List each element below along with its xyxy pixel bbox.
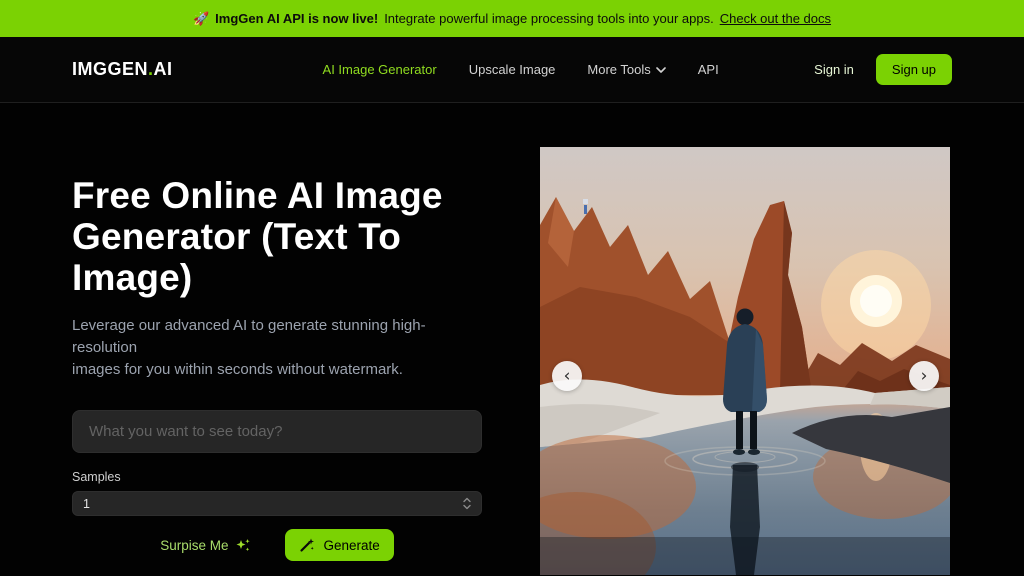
carousel-next-button[interactable]: › [909, 361, 939, 391]
generate-button[interactable]: Generate [285, 529, 393, 561]
logo[interactable]: IMGGEN.AI [72, 59, 173, 80]
magic-wand-icon [299, 537, 315, 553]
samples-value: 1 [83, 497, 90, 511]
nav-auth: Sign in Sign up [814, 54, 952, 85]
rocket-icon: 🚀 [193, 11, 209, 27]
generated-image [540, 147, 950, 575]
samples-select[interactable]: 1 [72, 491, 482, 516]
page-title: Free Online AI ImageGenerator (Text ToIm… [72, 175, 484, 298]
hero-subtitle: Leverage our advanced AI to generate stu… [72, 315, 484, 381]
sign-up-button[interactable]: Sign up [876, 54, 952, 85]
nav-item-upscale-image[interactable]: Upscale Image [469, 62, 556, 77]
surprise-me-button[interactable]: Surpise Me [160, 538, 251, 553]
hero-left-column: Free Online AI ImageGenerator (Text ToIm… [72, 175, 484, 561]
chevron-down-icon [656, 67, 666, 73]
hero-section: Free Online AI ImageGenerator (Text ToIm… [0, 103, 1024, 575]
up-down-stepper-icon [463, 497, 471, 510]
nav-item-api[interactable]: API [698, 62, 719, 77]
sign-in-link[interactable]: Sign in [814, 62, 854, 77]
navbar: IMGGEN.AI AI Image Generator Upscale Ima… [0, 37, 1024, 103]
banner-headline: ImgGen AI API is now live! [215, 11, 378, 26]
sparkles-icon [236, 538, 251, 553]
announcement-banner: 🚀 ImgGen AI API is now live! Integrate p… [0, 0, 1024, 37]
nav-links: AI Image Generator Upscale Image More To… [323, 62, 719, 77]
nav-item-more-tools[interactable]: More Tools [587, 62, 665, 77]
nav-item-ai-image-generator[interactable]: AI Image Generator [323, 62, 437, 77]
samples-label: Samples [72, 470, 484, 484]
carousel-prev-button[interactable]: ‹ [552, 361, 582, 391]
image-carousel: ‹ › [540, 147, 950, 575]
banner-message: Integrate powerful image processing tool… [384, 11, 714, 26]
action-row: Surpise Me Generate [72, 529, 482, 561]
generated-image-art [540, 147, 950, 575]
prompt-input[interactable] [72, 410, 482, 453]
banner-docs-link[interactable]: Check out the docs [720, 11, 831, 26]
